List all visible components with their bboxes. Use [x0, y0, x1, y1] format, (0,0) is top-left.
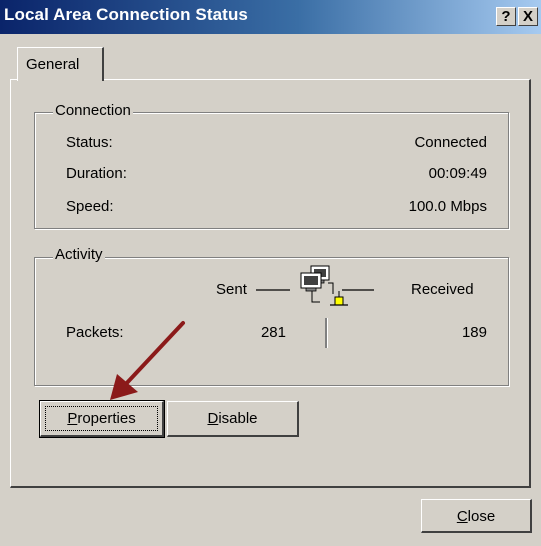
sent-label: Sent — [216, 281, 247, 298]
activity-divider — [325, 318, 327, 348]
status-value: Connected — [414, 134, 487, 151]
help-button[interactable]: ? — [496, 7, 516, 26]
connection-legend: Connection — [53, 102, 133, 119]
speed-label: Speed: — [66, 198, 114, 215]
duration-label: Duration: — [66, 165, 127, 182]
tab-general[interactable]: General — [17, 47, 104, 81]
status-label: Status: — [66, 134, 113, 151]
received-label: Received — [411, 281, 474, 298]
tab-general-label: General — [26, 56, 80, 73]
annotation-arrow — [110, 321, 185, 400]
close-window-button[interactable]: X — [518, 7, 538, 26]
packets-sent-value: 281 — [260, 324, 286, 341]
close-button-label: Close — [456, 508, 496, 525]
packets-received-value: 189 — [461, 324, 487, 341]
disable-button-label: Disable — [207, 410, 258, 427]
dialog-window: Local Area Connection Status ? X General… — [0, 0, 541, 546]
network-computers-icon — [256, 265, 374, 306]
speed-value: 100.0 Mbps — [408, 198, 487, 215]
duration-value: 00:09:49 — [428, 165, 487, 182]
activity-legend: Activity — [53, 246, 105, 263]
window-title: Local Area Connection Status — [4, 5, 248, 24]
titlebar[interactable]: Local Area Connection Status ? X — [0, 0, 541, 34]
properties-button-label: Properties — [67, 410, 136, 427]
close-button[interactable]: Close — [421, 499, 532, 533]
